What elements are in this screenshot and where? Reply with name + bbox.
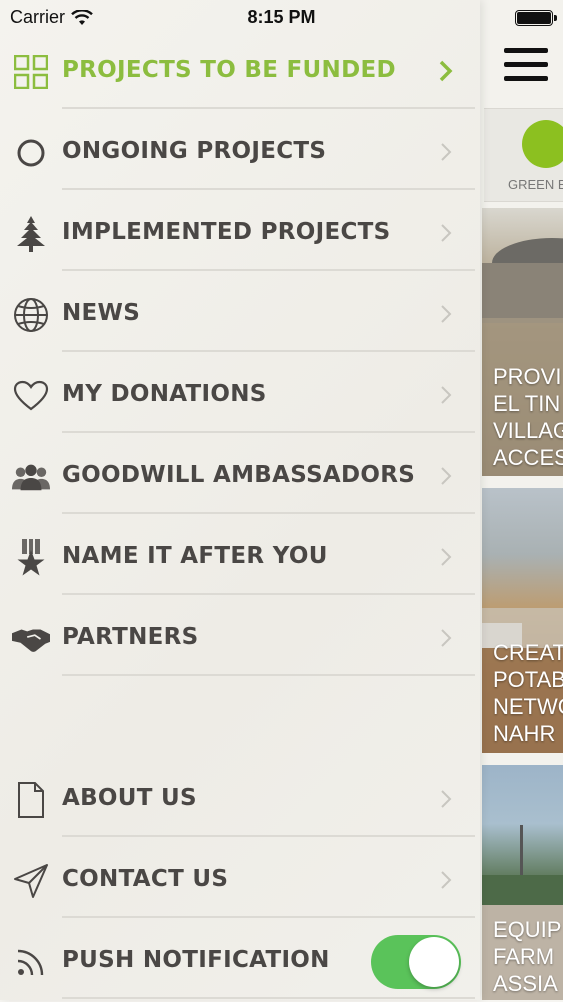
project-card[interactable]: CREAT POTAB NETWO NAHR [482, 488, 563, 753]
star-ribbon-icon [12, 539, 50, 577]
menu-item-contact-us[interactable]: CONTACT US [0, 841, 480, 921]
globe-icon [12, 296, 50, 334]
project-card[interactable]: PROVI EL TIN VILLAG ACCES [482, 208, 563, 476]
menu-item-implemented-projects[interactable]: IMPLEMENTED PROJECTS [0, 194, 480, 274]
chevron-right-icon [441, 629, 452, 647]
paper-plane-icon [12, 862, 50, 900]
chevron-right-icon [441, 871, 452, 889]
grid-icon [12, 53, 50, 91]
category-label: GREEN E [508, 177, 563, 192]
menu-divider [62, 350, 475, 352]
push-notification-toggle[interactable] [371, 935, 461, 989]
project-card-title: CREAT POTAB NETWO NAHR [493, 640, 563, 746]
project-card[interactable]: EQUIP FARM ASSIA [482, 765, 563, 1000]
document-icon [12, 781, 50, 819]
menu-item-label: NEWS [62, 300, 141, 326]
menu-item-label: IMPLEMENTED PROJECTS [62, 219, 391, 245]
project-card-title: EQUIP FARM ASSIA [493, 917, 562, 996]
menu-item-label: MY DONATIONS [62, 381, 267, 407]
menu-item-projects-to-be-funded[interactable]: PROJECTS TO BE FUNDED [0, 32, 480, 112]
menu-divider [62, 107, 475, 109]
chevron-right-icon [441, 467, 452, 485]
handshake-icon [12, 620, 50, 658]
menu-divider [62, 512, 475, 514]
menu-divider [62, 269, 475, 271]
menu-item-about-us[interactable]: ABOUT US [0, 760, 480, 840]
chevron-right-icon [439, 60, 453, 82]
menu-item-label: NAME IT AFTER YOU [62, 543, 328, 569]
heart-icon [12, 377, 50, 415]
menu-divider [62, 916, 475, 918]
chevron-right-icon [441, 386, 452, 404]
menu-item-label: PARTNERS [62, 624, 199, 650]
menu-item-label: ABOUT US [62, 785, 197, 811]
menu-item-my-donations[interactable]: MY DONATIONS [0, 356, 480, 436]
side-menu-drawer: PROJECTS TO BE FUNDED ONGOING PROJECTS I… [0, 0, 480, 1000]
battery-icon [515, 10, 557, 26]
menu-divider [62, 674, 475, 676]
chevron-right-icon [441, 790, 452, 808]
circle-icon [12, 134, 50, 172]
menu-item-label: PUSH NOTIFICATION [62, 947, 330, 973]
menu-item-news[interactable]: NEWS [0, 275, 480, 355]
menu-divider [62, 835, 475, 837]
rss-icon [12, 943, 50, 981]
menu-item-name-it-after-you[interactable]: NAME IT AFTER YOU [0, 518, 480, 598]
chevron-right-icon [441, 143, 452, 161]
status-time: 8:15 PM [247, 7, 316, 27]
menu-item-label: ONGOING PROJECTS [62, 138, 327, 164]
chevron-right-icon [441, 305, 452, 323]
category-green-button[interactable] [522, 120, 563, 168]
menu-item-label: CONTACT US [62, 866, 229, 892]
hamburger-menu-icon[interactable] [504, 48, 548, 82]
menu-item-label: GOODWILL AMBASSADORS [62, 462, 416, 488]
menu-item-label: PROJECTS TO BE FUNDED [62, 57, 396, 83]
chevron-right-icon [441, 548, 452, 566]
cedar-tree-icon [12, 215, 50, 253]
menu-divider [62, 431, 475, 433]
menu-divider [62, 188, 475, 190]
menu-item-ongoing-projects[interactable]: ONGOING PROJECTS [0, 113, 480, 193]
menu-divider [62, 997, 475, 999]
chevron-right-icon [441, 224, 452, 242]
people-icon [12, 458, 50, 496]
menu-divider [62, 593, 475, 595]
status-bar: Carrier 8:15 PM [0, 0, 563, 36]
toggle-knob[interactable] [409, 937, 459, 987]
menu-item-goodwill-ambassadors[interactable]: GOODWILL AMBASSADORS [0, 437, 480, 517]
menu-item-partners[interactable]: PARTNERS [0, 599, 480, 679]
project-card-title: PROVI EL TIN VILLAG ACCES [493, 364, 563, 470]
